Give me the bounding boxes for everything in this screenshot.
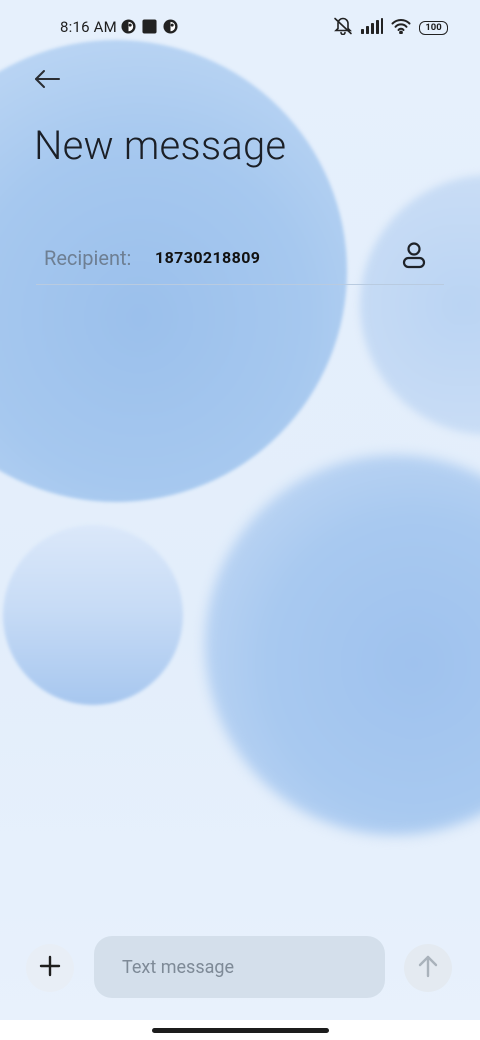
- background-bubble: [205, 455, 480, 835]
- status-time: 8:16 AM: [60, 18, 117, 36]
- vibrate-icon: [333, 17, 353, 39]
- app-notification-icon: [163, 19, 178, 38]
- attach-button[interactable]: [26, 944, 74, 992]
- arrow-up-icon: [417, 954, 439, 982]
- recipient-value[interactable]: 18730218809: [155, 248, 260, 267]
- message-input[interactable]: [94, 936, 385, 998]
- system-icons: 100: [333, 17, 448, 39]
- background-bubble: [360, 175, 480, 435]
- status-bar: 8:16 AM 100: [0, 0, 480, 54]
- new-message-screen: 8:16 AM 100 New message Recipient: 18730…: [0, 0, 480, 1040]
- app-notification-icon: [121, 19, 136, 38]
- navigation-bar: [0, 1020, 480, 1040]
- arrow-left-icon: [33, 68, 61, 94]
- signal-icon: [361, 18, 383, 38]
- send-button[interactable]: [404, 944, 452, 992]
- page-title: New message: [34, 122, 287, 169]
- background-bubble: [3, 525, 183, 705]
- home-indicator[interactable]: [152, 1028, 329, 1033]
- recipient-field[interactable]: Recipient: 18730218809: [36, 234, 444, 285]
- recipient-label: Recipient:: [44, 246, 132, 270]
- contacts-button[interactable]: [398, 241, 430, 273]
- plus-icon: [39, 955, 61, 981]
- back-button[interactable]: [30, 64, 64, 98]
- battery-icon: 100: [419, 21, 448, 35]
- notification-icons: [121, 19, 178, 38]
- square-notification-icon: [142, 19, 157, 38]
- compose-bar: [0, 930, 480, 1006]
- wifi-icon: [391, 18, 411, 38]
- person-icon: [401, 241, 427, 273]
